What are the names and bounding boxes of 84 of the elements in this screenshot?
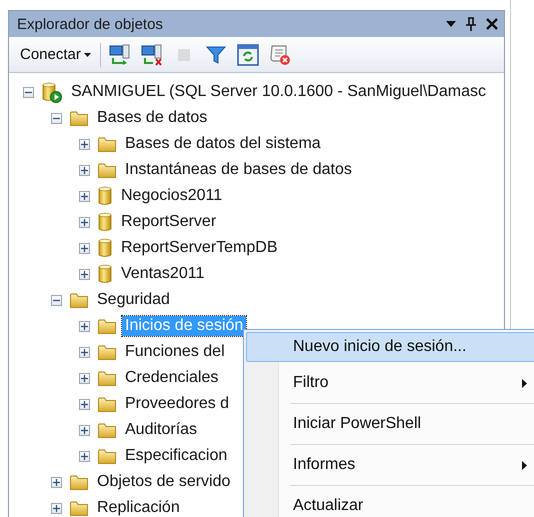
folder-icon xyxy=(98,448,116,464)
folder-icon xyxy=(98,344,116,360)
folder-icon xyxy=(70,292,88,308)
filter-icon xyxy=(206,44,226,64)
plus-icon xyxy=(81,140,88,148)
close-icon[interactable] xyxy=(486,18,498,30)
menu-item[interactable]: Informes xyxy=(246,446,534,484)
stop-icon xyxy=(178,48,190,60)
tree-item[interactable]: Funciones del xyxy=(122,342,228,362)
pin-icon[interactable] xyxy=(466,17,476,31)
tree-item[interactable]: Bases de datos xyxy=(94,108,210,128)
submenu-arrow-icon xyxy=(522,378,527,388)
plus-icon xyxy=(81,374,88,382)
collapse-button[interactable] xyxy=(51,112,62,124)
tree-item[interactable]: Auditorías xyxy=(122,420,200,440)
tree-item[interactable]: Credenciales xyxy=(122,368,222,388)
toolbar-button[interactable] xyxy=(234,42,261,68)
plus-icon xyxy=(81,452,88,460)
database-icon xyxy=(98,264,112,284)
database-icon xyxy=(98,186,112,206)
disconnect-icon xyxy=(140,44,163,66)
folder-icon xyxy=(70,110,88,126)
menu-item[interactable]: Iniciar PowerShell xyxy=(246,405,534,443)
plus-icon xyxy=(81,166,88,174)
connect-icon xyxy=(108,44,131,66)
expand-button[interactable] xyxy=(51,502,62,514)
menu-item[interactable]: Filtro xyxy=(246,364,534,402)
expand-button[interactable] xyxy=(79,372,90,384)
expand-button[interactable] xyxy=(79,398,90,410)
connect-button[interactable]: Conectar xyxy=(17,44,94,65)
menu-item[interactable]: Nuevo inicio de sesión... xyxy=(246,332,534,362)
tree-item[interactable]: Instantáneas de bases de datos xyxy=(122,160,355,180)
database-icon xyxy=(98,212,112,232)
tree-item[interactable]: ReportServerTempDB xyxy=(118,238,280,258)
plus-icon xyxy=(81,192,88,200)
folder-icon xyxy=(98,318,116,334)
expand-button[interactable] xyxy=(79,424,90,436)
plus-icon xyxy=(81,270,88,278)
expand-button[interactable] xyxy=(79,268,90,280)
plus-icon xyxy=(81,322,88,330)
collapse-button[interactable] xyxy=(51,294,62,306)
folder-icon xyxy=(98,162,116,178)
database-icon xyxy=(98,238,112,258)
folder-icon xyxy=(98,422,116,438)
plus-icon xyxy=(81,426,88,434)
tree-item[interactable]: SANMIGUEL (SQL Server 10.0.1600 - SanMiguel\Damasc xyxy=(68,82,489,102)
tree-item[interactable]: Ventas2011 xyxy=(118,264,208,284)
expand-button[interactable] xyxy=(79,450,90,462)
tree-item[interactable]: Replicación xyxy=(94,498,183,517)
plus-icon xyxy=(81,348,88,356)
folder-icon xyxy=(98,370,116,386)
panel-title: Explorador de objetos xyxy=(17,16,164,32)
tree-item[interactable]: ReportServer xyxy=(118,212,220,232)
script-cancel-icon xyxy=(268,44,291,66)
expand-button[interactable] xyxy=(79,164,90,176)
server-icon xyxy=(42,82,62,102)
expand-button[interactable] xyxy=(79,346,90,358)
plus-icon xyxy=(81,244,88,252)
expand-button[interactable] xyxy=(79,216,90,228)
plus-icon xyxy=(81,218,88,226)
tree-item[interactable]: Objetos de servido xyxy=(94,472,234,492)
folder-icon xyxy=(98,136,116,152)
tree-item[interactable]: Especificacion xyxy=(122,446,230,466)
expand-button[interactable] xyxy=(79,320,90,332)
menu-item[interactable]: Actualizar xyxy=(246,487,534,517)
plus-icon xyxy=(81,400,88,408)
tree-item[interactable]: Bases de datos del sistema xyxy=(122,134,324,154)
expand-button[interactable] xyxy=(51,476,62,488)
folder-icon xyxy=(98,396,116,412)
caret-icon xyxy=(84,52,91,56)
folder-icon xyxy=(70,474,88,490)
collapse-button[interactable] xyxy=(23,86,34,98)
submenu-arrow-icon xyxy=(522,460,527,470)
folder-icon xyxy=(70,500,88,516)
plus-icon xyxy=(53,504,60,512)
tree-item[interactable]: Proveedores d xyxy=(122,394,232,414)
expand-button[interactable] xyxy=(79,138,90,150)
expand-button[interactable] xyxy=(79,242,90,254)
dropdown-icon[interactable] xyxy=(446,21,456,27)
expand-button[interactable] xyxy=(79,190,90,202)
refresh-icon xyxy=(236,44,259,66)
tree-item[interactable]: Seguridad xyxy=(94,290,173,310)
plus-icon xyxy=(53,478,60,486)
tree-item[interactable]: Negocios2011 xyxy=(118,186,226,206)
